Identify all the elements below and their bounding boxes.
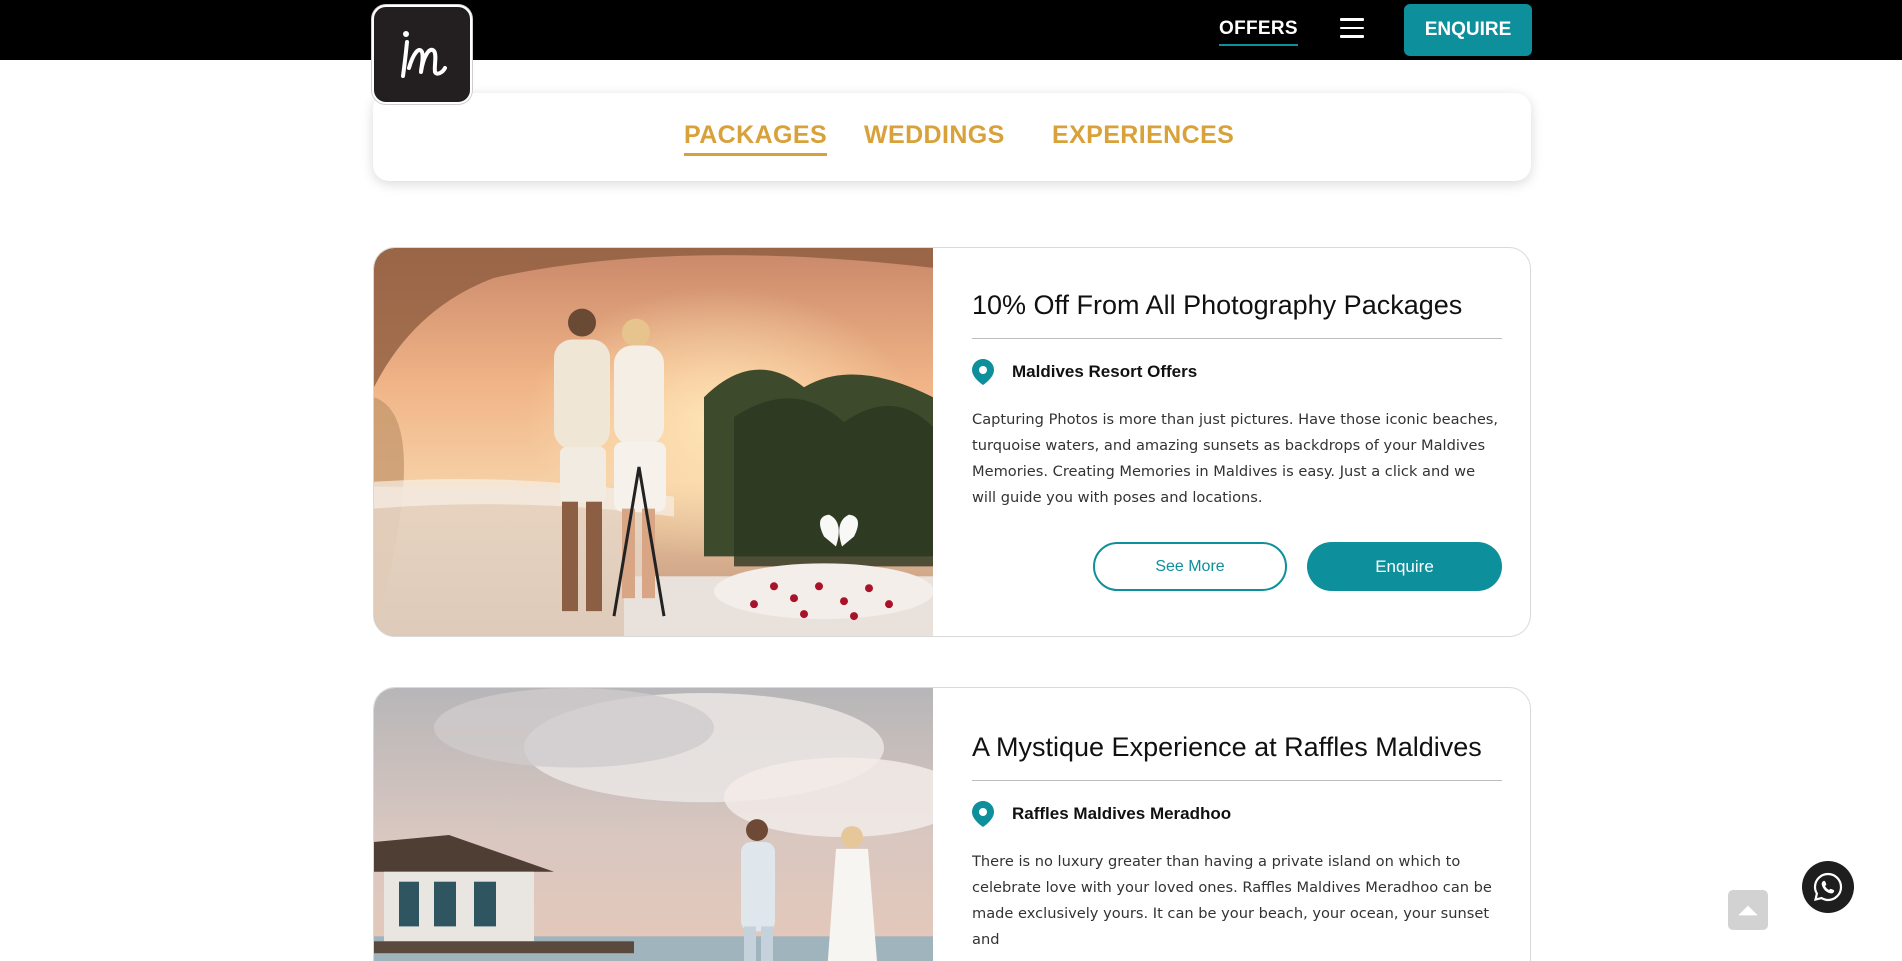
whatsapp-icon xyxy=(1813,872,1843,902)
offer-title: 10% Off From All Photography Packages xyxy=(972,290,1463,320)
hamburger-menu-icon[interactable] xyxy=(1340,18,1366,40)
offer-card: A Mystique Experience at Raffles Maldive… xyxy=(373,687,1531,961)
map-pin-icon xyxy=(972,359,994,385)
location-label: Maldives Resort Offers xyxy=(1012,362,1198,381)
offer-card: 10% Off From All Photography Packages Ma… xyxy=(373,247,1531,637)
offer-image xyxy=(374,688,933,961)
offer-image xyxy=(374,248,933,636)
offer-description: Capturing Photos is more than just pictu… xyxy=(972,411,1499,506)
title-divider xyxy=(972,338,1502,339)
enquire-offer-button[interactable]: Enquire xyxy=(1307,542,1502,591)
tab-weddings[interactable]: WEDDINGS xyxy=(864,121,1005,153)
logo-mark xyxy=(401,30,447,78)
chevron-up-icon xyxy=(1738,905,1758,916)
offer-location: Raffles Maldives Meradhoo xyxy=(972,801,1502,827)
map-pin-icon xyxy=(972,801,994,827)
location-label: Raffles Maldives Meradhoo xyxy=(1012,804,1232,823)
title-divider xyxy=(972,780,1502,781)
whatsapp-button[interactable] xyxy=(1802,861,1854,913)
offer-title: A Mystique Experience at Raffles Maldive… xyxy=(972,732,1482,762)
tab-packages[interactable]: PACKAGES xyxy=(684,121,828,156)
top-navigation-bar: OFFERS ENQUIRE xyxy=(0,0,1902,60)
tab-experiences[interactable]: EXPERIENCES xyxy=(1052,121,1234,153)
offer-location: Maldives Resort Offers xyxy=(972,359,1502,385)
enquire-header-button[interactable]: ENQUIRE xyxy=(1404,4,1532,56)
category-tabs: PACKAGES WEDDINGS EXPERIENCES xyxy=(373,93,1531,181)
scroll-to-top-button[interactable] xyxy=(1728,890,1768,930)
see-more-button[interactable]: See More xyxy=(1093,542,1287,591)
nav-offers-link[interactable]: OFFERS xyxy=(1219,18,1298,46)
site-logo[interactable] xyxy=(372,5,472,104)
offer-description: There is no luxury greater than having a… xyxy=(972,853,1492,948)
